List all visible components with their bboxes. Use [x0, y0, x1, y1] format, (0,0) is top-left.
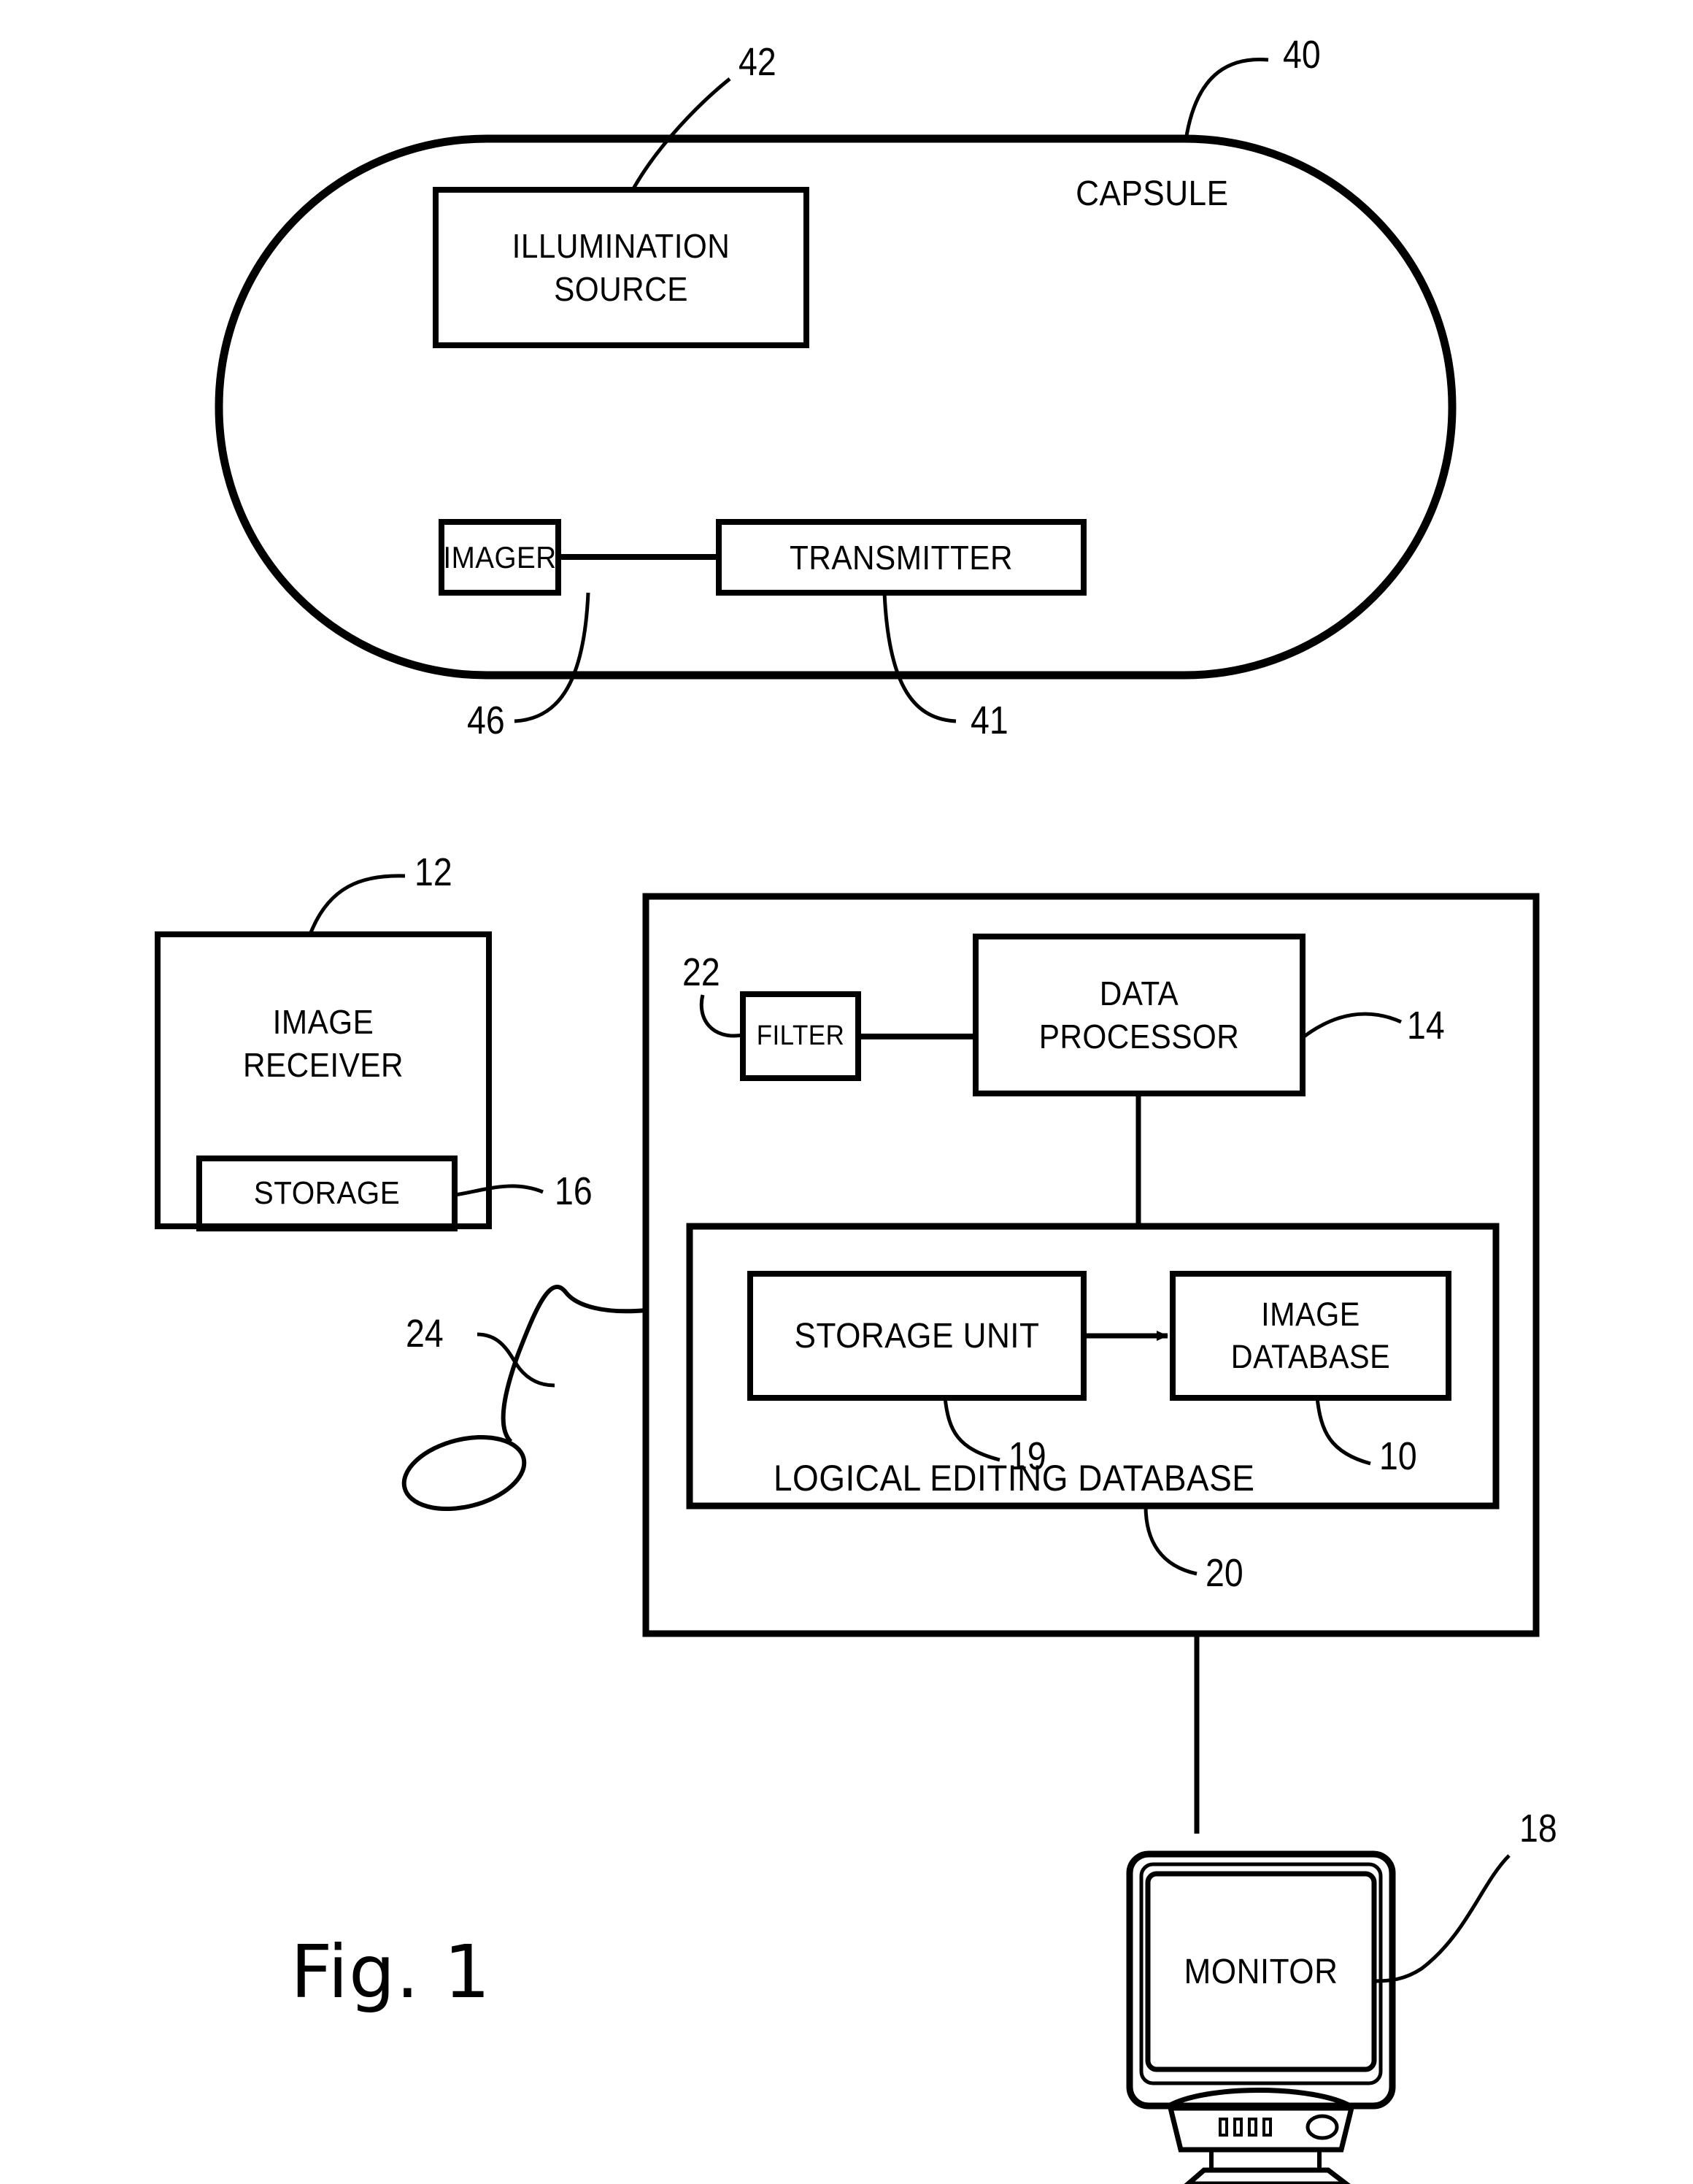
leader-22 — [699, 994, 744, 1038]
image-receiver-label: IMAGE RECEIVER — [171, 956, 476, 1131]
monitor-power-button — [1306, 2114, 1339, 2140]
figure-caption: Fig. 1 — [290, 1929, 491, 2015]
ref-40: 40 — [1283, 33, 1321, 77]
ref-14: 14 — [1407, 1004, 1445, 1047]
logical-editing-database-label: LOGICAL EDITING DATABASE — [774, 1458, 1255, 1499]
image-database-line2: DATABASE — [1230, 1338, 1391, 1375]
illumination-source-line1: ILLUMINATION — [512, 226, 730, 265]
transmitter-text: TRANSMITTER — [789, 538, 1013, 577]
image-database-label: IMAGE DATABASE — [1184, 1274, 1438, 1398]
ref-10: 10 — [1379, 1434, 1417, 1478]
storage-unit-label: STORAGE UNIT — [763, 1274, 1070, 1398]
monitor-control-strip — [1167, 2105, 1355, 2153]
ref-22: 22 — [682, 950, 720, 994]
transmitter-label: TRANSMITTER — [733, 522, 1069, 593]
image-receiver-line1: IMAGE — [272, 1003, 374, 1042]
leader-19 — [943, 1397, 1000, 1462]
illumination-source-line2: SOURCE — [554, 269, 688, 308]
leader-40 — [1184, 57, 1269, 141]
ref-18: 18 — [1519, 1807, 1557, 1850]
data-processor-line2: PROCESSOR — [1038, 1017, 1240, 1056]
ref-42: 42 — [738, 40, 776, 84]
storage-unit-text: STORAGE UNIT — [794, 1316, 1040, 1356]
filter-label: FILTER — [747, 994, 853, 1078]
leader-14 — [1303, 1012, 1403, 1039]
ref-46: 46 — [467, 699, 505, 742]
data-processor-label: DATA PROCESSOR — [989, 937, 1289, 1093]
monitor-button-2 — [1233, 2118, 1243, 2137]
ref-16: 16 — [555, 1169, 593, 1213]
monitor-text: MONITOR — [1184, 1952, 1338, 1991]
ref-12: 12 — [414, 850, 452, 894]
monitor-button-4 — [1262, 2118, 1272, 2137]
leader-46 — [514, 592, 590, 723]
data-processor-line1: DATA — [1099, 974, 1179, 1012]
ref-41: 41 — [971, 699, 1009, 742]
monitor-button-3 — [1248, 2118, 1257, 2137]
image-receiver-line2: RECEIVER — [242, 1046, 404, 1084]
image-database-line1: IMAGE — [1261, 1296, 1360, 1334]
storage-text: STORAGE — [253, 1175, 401, 1211]
monitor-stand-neck — [1209, 2148, 1322, 2172]
illumination-source-label: ILLUMINATION SOURCE — [450, 190, 791, 345]
leader-41 — [882, 592, 957, 723]
figure-canvas: 42 40 CAPSULE ILLUMINATION SOURCE IMAGER… — [0, 0, 1693, 2184]
monitor-button-1 — [1219, 2118, 1228, 2137]
ref-24: 24 — [406, 1312, 444, 1356]
ref-20: 20 — [1206, 1551, 1243, 1595]
monitor-label: MONITOR — [1157, 1874, 1365, 2069]
monitor-stand-base — [1184, 2167, 1351, 2184]
filter-text: FILTER — [756, 1020, 845, 1051]
leader-16 — [454, 1184, 544, 1197]
leader-10 — [1315, 1397, 1371, 1466]
imager-label: IMAGER — [443, 522, 557, 593]
storage-label: STORAGE — [209, 1158, 444, 1228]
imager-text: IMAGER — [443, 539, 557, 574]
antenna-cable — [501, 1285, 647, 1444]
leader-20 — [1144, 1505, 1198, 1576]
leader-12 — [308, 874, 406, 935]
capsule-label: CAPSULE — [1076, 174, 1229, 213]
